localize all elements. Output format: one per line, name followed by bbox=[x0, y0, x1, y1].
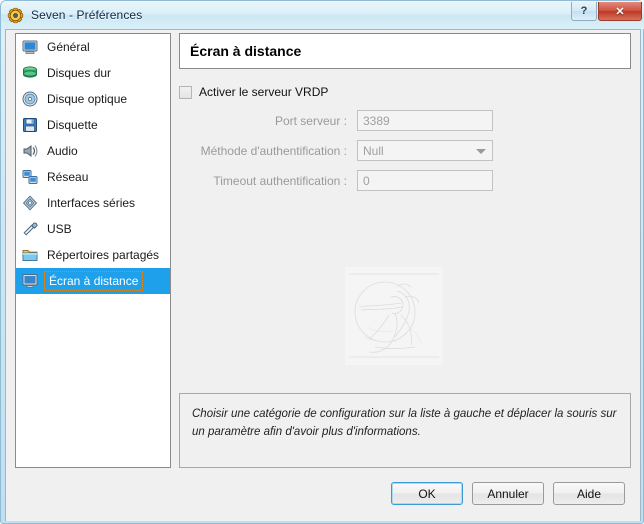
panel-header: Écran à distance bbox=[179, 33, 631, 69]
sidebar-item-label: Disque optique bbox=[47, 92, 128, 106]
ok-button[interactable]: OK bbox=[391, 482, 463, 505]
network-icon bbox=[21, 168, 39, 186]
serial-port-icon bbox=[21, 194, 39, 212]
vrdp-form: Port serveur : 3389 Méthode d'authentifica… bbox=[179, 109, 631, 199]
sidebar-item-label: Réseau bbox=[47, 170, 89, 184]
preferences-window: Seven - Préférences ? ✕ Général Disques d… bbox=[0, 0, 644, 524]
chevron-down-icon bbox=[476, 148, 486, 154]
form-row-0: Port serveur : 3389 bbox=[179, 109, 631, 132]
shared-folder-icon bbox=[21, 246, 39, 264]
sidebar-item-3[interactable]: Disquette bbox=[16, 112, 170, 138]
speaker-icon bbox=[21, 142, 39, 160]
field-label-0: Port serveur : bbox=[274, 113, 347, 128]
enable-vrdp-checkbox[interactable] bbox=[179, 85, 192, 99]
usb-icon bbox=[21, 220, 39, 238]
sidebar-item-label: USB bbox=[47, 222, 72, 236]
sidebar-item-5[interactable]: Réseau bbox=[16, 164, 170, 190]
sidebar-item-7[interactable]: USB bbox=[16, 216, 170, 242]
sidebar-item-label: Audio bbox=[47, 144, 78, 158]
field-label-1: Méthode d'authentification : bbox=[200, 143, 347, 158]
sidebar-item-8[interactable]: Répertoires partagés bbox=[16, 242, 170, 268]
optical-disc-icon bbox=[21, 90, 39, 108]
settings-category-list[interactable]: Général Disques dur Disque optique Disquett… bbox=[15, 33, 171, 468]
sidebar-item-4[interactable]: Audio bbox=[16, 138, 170, 164]
hint-box: Choisir une catégorie de configuration s… bbox=[179, 393, 631, 468]
window-title: Seven - Préférences bbox=[31, 8, 143, 22]
hint-text: Choisir une catégorie de configuration s… bbox=[192, 408, 617, 438]
engraving-watermark bbox=[345, 267, 443, 365]
sidebar-item-label: Disquette bbox=[47, 118, 98, 132]
floppy-disk-icon bbox=[21, 116, 39, 134]
gear-icon bbox=[7, 7, 24, 24]
auth-method-select[interactable]: Null bbox=[357, 140, 493, 161]
field-value-2: 0 bbox=[363, 173, 370, 188]
sidebar-item-label: Répertoires partagés bbox=[47, 248, 160, 262]
annuler-button[interactable]: Annuler bbox=[472, 482, 544, 505]
monitor-icon bbox=[21, 38, 39, 56]
sidebar-item-6[interactable]: Interfaces séries bbox=[16, 190, 170, 216]
field-input-2[interactable]: 0 bbox=[357, 170, 493, 191]
caption-buttons: ? ✕ bbox=[571, 2, 642, 21]
dialog-buttons: OK Annuler Aide bbox=[391, 482, 625, 505]
sidebar-item-label: Disques dur bbox=[47, 66, 112, 80]
field-value-1: Null bbox=[363, 143, 384, 158]
field-value-0: 3389 bbox=[363, 113, 390, 128]
sidebar-item-9[interactable]: Écran à distance bbox=[16, 268, 170, 294]
enable-vrdp-row[interactable]: Activer le serveur VRDP bbox=[179, 85, 328, 99]
page-title: Écran à distance bbox=[190, 43, 302, 59]
panel-body: Activer le serveur VRDP Port serveur : 33… bbox=[179, 79, 631, 387]
sidebar-item-label: Général bbox=[47, 40, 90, 54]
title-bar[interactable]: Seven - Préférences ? ✕ bbox=[1, 1, 644, 29]
form-row-2: Timeout authentification : 0 bbox=[179, 169, 631, 192]
close-button[interactable]: ✕ bbox=[598, 2, 642, 21]
sidebar-item-1[interactable]: Disques dur bbox=[16, 60, 170, 86]
sidebar-item-label: Écran à distance bbox=[43, 271, 144, 291]
field-label-2: Timeout authentification : bbox=[213, 173, 347, 188]
enable-vrdp-label: Activer le serveur VRDP bbox=[199, 85, 329, 99]
field-input-0[interactable]: 3389 bbox=[357, 110, 493, 131]
remote-display-icon bbox=[21, 272, 39, 290]
sidebar-item-2[interactable]: Disque optique bbox=[16, 86, 170, 112]
sidebar-item-label: Interfaces séries bbox=[47, 196, 136, 210]
hard-disk-icon bbox=[21, 64, 39, 82]
sidebar-item-0[interactable]: Général bbox=[16, 34, 170, 60]
help-button[interactable]: ? bbox=[571, 2, 597, 21]
form-row-1: Méthode d'authentification : Null bbox=[179, 139, 631, 162]
aide-button[interactable]: Aide bbox=[553, 482, 625, 505]
